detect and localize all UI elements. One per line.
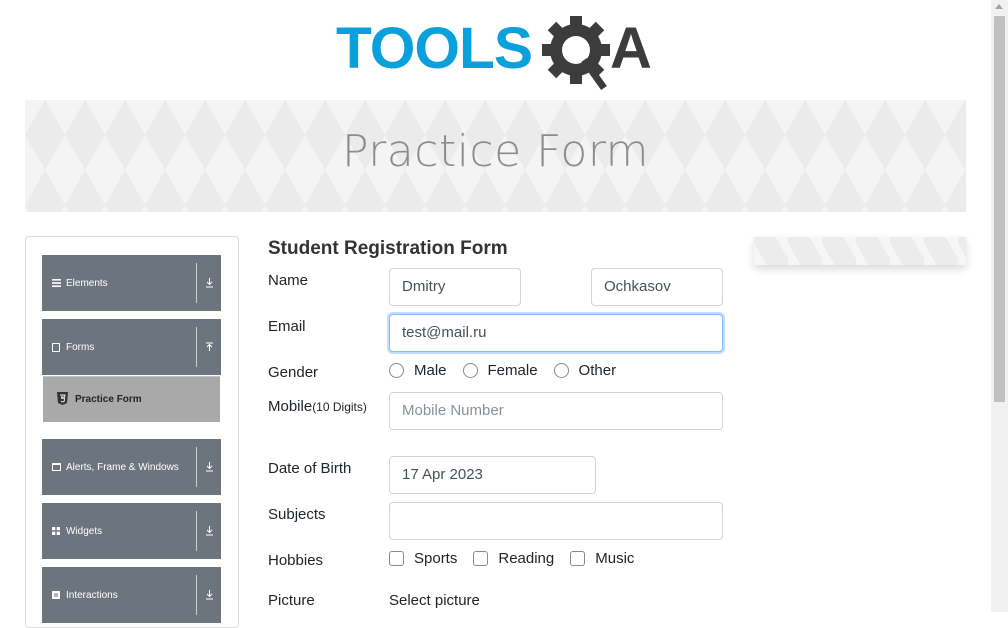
expand-icon[interactable] [203,503,215,559]
mobile-label-suffix: (10 Digits) [312,400,367,414]
logo-text-a: A [610,16,652,81]
last-name-input[interactable]: Ochkasov [591,268,723,306]
divider [196,327,197,367]
sidebar-group-label: Forms [66,341,95,353]
mobile-label-text: Mobile [268,398,313,415]
html5-icon [57,391,68,408]
divider [196,263,197,303]
checkbox[interactable] [473,551,489,566]
subjects-label: Subjects [268,506,326,523]
sidebar-group-label: Widgets [66,525,103,537]
page-banner: Practice Form [25,100,966,212]
checkbox-label: Reading [498,550,555,567]
window-icon [51,463,61,471]
sidebar-group-label: Elements [66,277,108,289]
list-icon [51,279,61,287]
vertical-scrollbar[interactable] [991,0,1008,612]
name-label: Name [268,272,309,289]
expand-icon[interactable] [203,439,215,495]
mobile-label: Mobile(10 Digits) [268,396,378,418]
radio-button[interactable] [389,363,404,378]
picture-label: Picture [268,592,315,609]
checkbox-label: Music [595,550,635,567]
sidebar-item-practice-form[interactable]: Practice Form [43,376,220,422]
select-picture-button[interactable]: Select picture [389,592,480,609]
divider [196,575,197,615]
radio-button[interactable] [462,363,478,378]
divider [196,511,197,551]
collapse-icon[interactable] [203,319,215,375]
hobbies-options: Sports Reading Music [389,550,650,567]
hobby-option-sports[interactable]: Sports [389,550,457,567]
sidebar-group-interactions[interactable]: Interactions [42,567,221,623]
date-of-birth-input[interactable]: 17 Apr 2023 [389,456,596,494]
email-input[interactable]: test@mail.ru [389,314,723,352]
scrollbar-thumb[interactable] [994,16,1005,402]
sidebar-item-label: Practice Form [75,394,142,405]
radio-label: Female [487,362,538,379]
mobile-number-input[interactable]: Mobile Number [389,392,723,430]
interaction-icon [51,591,61,599]
scroll-up-arrow-icon[interactable] [995,4,1003,9]
hobbies-label: Hobbies [268,552,324,569]
expand-icon[interactable] [203,255,215,311]
sidebar-group-alerts[interactable]: Alerts, Frame & Windows [42,439,221,495]
gender-option-other[interactable]: Other [553,362,617,379]
logo-text-tools: TOOLS [336,16,532,81]
divider [196,447,197,487]
gender-option-female[interactable]: Female [462,362,538,379]
gender-options: Male Female Other [389,362,632,379]
sidebar-group-label: Alerts, Frame & Windows [66,461,179,473]
page-title: Practice Form [341,126,650,177]
sidebar-group-widgets[interactable]: Widgets [42,503,221,559]
gender-label: Gender [268,364,319,381]
radio-button[interactable] [553,363,569,378]
checkbox[interactable] [389,551,404,566]
first-name-input[interactable]: Dmitry [389,268,521,306]
expand-icon[interactable] [203,567,215,623]
form-title: Student Registration Form [268,238,508,259]
document-icon [51,342,61,352]
gear-icon [542,16,610,91]
hobby-option-music[interactable]: Music [570,550,634,567]
checkbox-label: Sports [414,550,458,567]
ad-banner[interactable] [754,237,966,265]
date-of-birth-label: Date of Birth [268,460,352,477]
grid-icon [51,527,61,535]
radio-label: Male [414,362,447,379]
sidebar: Elements Forms Practice Form Alerts, Fra… [25,236,239,628]
email-label: Email [268,318,306,335]
gender-option-male[interactable]: Male [389,362,447,379]
sidebar-group-forms[interactable]: Forms [42,319,221,375]
hobby-option-reading[interactable]: Reading [473,550,554,567]
subjects-input[interactable] [389,502,723,540]
checkbox[interactable] [570,551,586,566]
sidebar-group-elements[interactable]: Elements [42,255,221,311]
radio-label: Other [578,362,617,379]
sidebar-group-label: Interactions [66,589,118,601]
toolsqa-logo[interactable]: TOOLS A [336,14,660,92]
